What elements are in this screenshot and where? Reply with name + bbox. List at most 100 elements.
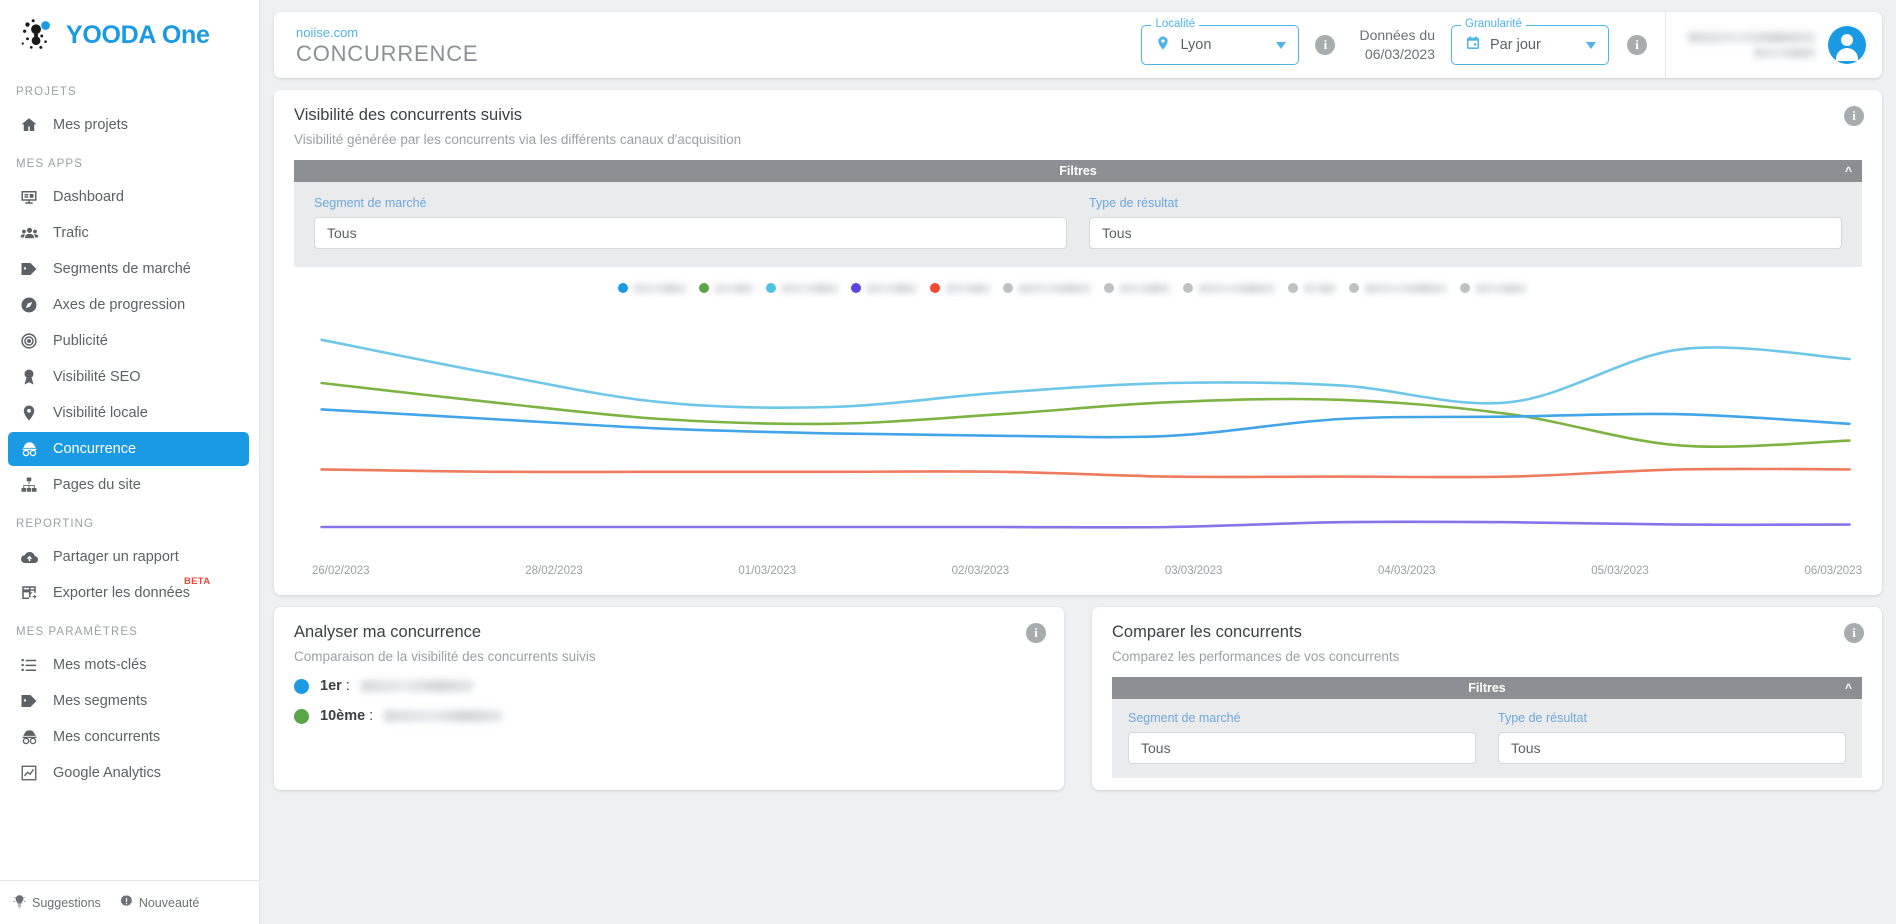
filter-label: Type de résultat	[1498, 711, 1587, 725]
tag-icon	[19, 691, 39, 711]
granularity-info-icon[interactable]: i	[1627, 35, 1647, 55]
analyse-info-icon[interactable]: i	[1026, 623, 1046, 643]
main-content: noiise.com CONCURRENCE Localité Lyon i D…	[260, 0, 1896, 924]
spy-icon	[19, 439, 39, 459]
brand-name: YOODA One	[66, 20, 210, 49]
legend-item[interactable]	[850, 283, 917, 293]
sidebar: YOODA One PROJETS Mes projets MES APPS D…	[0, 0, 260, 924]
suggestions-label: Suggestions	[32, 895, 101, 910]
sidebar-item-segments-de-marche[interactable]: Segments de marché	[8, 252, 249, 286]
compare-filters-bar[interactable]: Filtres ^	[1112, 677, 1862, 699]
sidebar-item-label: Mes mots-clés	[53, 657, 147, 673]
x-tick-label: 05/03/2023	[1591, 565, 1649, 577]
visibility-card-subtitle: Visibilité générée par les concurrents v…	[294, 132, 742, 147]
legend-dot-icon	[1103, 283, 1114, 293]
sidebar-item-exporter-les-donnees[interactable]: Exporter les données BETA	[8, 576, 249, 610]
filter-input-type[interactable]: Tous	[1089, 217, 1842, 249]
sidebar-item-label: Partager un rapport	[53, 549, 179, 565]
filter-input-type[interactable]: Tous	[1498, 732, 1846, 764]
legend-item[interactable]	[698, 283, 753, 293]
sidebar-nav: PROJETS Mes projets MES APPS Dashboard T…	[0, 68, 259, 880]
legend-item[interactable]	[1287, 283, 1336, 293]
legend-item[interactable]	[765, 283, 838, 293]
visibility-card-title: Visibilité des concurrents suivis	[294, 106, 523, 124]
nav-group-title-reporting: REPORTING	[16, 518, 95, 530]
sidebar-item-label: Visibilité locale	[53, 405, 148, 421]
calendar-icon	[1465, 35, 1481, 56]
brand-logo-area[interactable]: YOODA One	[0, 0, 259, 68]
site-name[interactable]: noiise.com	[296, 24, 478, 41]
sidebar-item-dashboard[interactable]: Dashboard	[8, 180, 249, 214]
user-avatar-icon[interactable]	[1828, 26, 1866, 64]
filter-label: Segment de marché	[314, 196, 427, 210]
data-date-label: Données du	[1359, 27, 1435, 43]
sidebar-item-label: Segments de marché	[53, 261, 191, 277]
sidebar-item-mes-projets[interactable]: Mes projets	[8, 108, 249, 142]
visibility-info-icon[interactable]: i	[1844, 106, 1864, 126]
legend-label-redacted	[1018, 283, 1091, 293]
x-tick-label: 06/03/2023	[1804, 565, 1862, 577]
rank-dot-icon	[294, 678, 309, 694]
user-name-line1	[1688, 32, 1816, 43]
chevron-up-icon[interactable]: ^	[1845, 164, 1852, 178]
legend-item[interactable]	[1348, 283, 1447, 293]
sidebar-item-trafic[interactable]: Trafic	[8, 216, 249, 250]
sidebar-item-axes-de-progression[interactable]: Axes de progression	[8, 288, 249, 322]
filter-label: Type de résultat	[1089, 196, 1178, 210]
nouveaute-label: Nouveauté	[138, 895, 200, 910]
sidebar-item-mes-segments[interactable]: Mes segments	[8, 684, 249, 718]
rank-position: 10ème	[320, 708, 366, 724]
legend-item[interactable]	[1459, 283, 1526, 293]
sidebar-item-visibilite-seo[interactable]: Visibilité SEO	[8, 360, 249, 394]
rank-row[interactable]: 10ème :	[294, 708, 1044, 724]
sidebar-item-google-analytics[interactable]: Google Analytics	[8, 756, 249, 790]
locality-legend: Localité	[1151, 18, 1200, 30]
compare-filter-segment: Segment de marché Tous	[1128, 711, 1476, 764]
granularity-select[interactable]: Granularité Par jour	[1451, 18, 1609, 65]
filter-label: Segment de marché	[1128, 711, 1241, 725]
page-header-card: noiise.com CONCURRENCE Localité Lyon i D…	[274, 12, 1882, 78]
sidebar-item-mes-concurrents[interactable]: Mes concurrents	[8, 720, 249, 754]
legend-item[interactable]	[1182, 283, 1275, 293]
sidebar-item-label: Mes concurrents	[53, 729, 161, 745]
x-tick-label: 01/03/2023	[738, 565, 796, 577]
legend-item[interactable]	[1002, 283, 1091, 293]
chart-series-line	[322, 340, 1850, 408]
bottom-row: i Analyser ma concurrence Comparaison de…	[260, 607, 1896, 802]
filter-input-segment[interactable]: Tous	[314, 217, 1067, 249]
sidebar-item-visibilite-locale[interactable]: Visibilité locale	[8, 396, 249, 430]
rank-row[interactable]: 1er :	[294, 678, 1044, 694]
yooda-logo-icon	[18, 16, 56, 54]
sitemap-icon	[19, 475, 39, 495]
user-menu[interactable]	[1665, 12, 1882, 78]
chevron-up-icon[interactable]: ^	[1845, 681, 1852, 695]
locality-value: Lyon	[1180, 37, 1212, 53]
legend-item[interactable]	[1103, 283, 1170, 293]
filter-input-segment[interactable]: Tous	[1128, 732, 1476, 764]
data-date-value: 06/03/2023	[1364, 46, 1435, 62]
sidebar-item-mes-mots-cles[interactable]: Mes mots-clés	[8, 648, 249, 682]
legend-dot-icon	[1002, 283, 1013, 293]
dashboard-icon	[19, 187, 39, 207]
chart-series-line	[322, 469, 1850, 477]
legend-item[interactable]	[929, 283, 990, 293]
sidebar-item-concurrence[interactable]: Concurrence	[8, 432, 249, 466]
sidebar-item-partager-un-rapport[interactable]: Partager un rapport	[8, 540, 249, 574]
x-tick-label: 04/03/2023	[1378, 565, 1436, 577]
sidebar-item-publicite[interactable]: Publicité	[8, 324, 249, 358]
legend-label-redacted	[1119, 283, 1170, 293]
locality-select[interactable]: Localité Lyon	[1141, 18, 1300, 65]
compare-info-icon[interactable]: i	[1844, 623, 1864, 643]
spy-icon	[19, 727, 39, 747]
compare-card-title: Comparer les concurrents	[1112, 623, 1302, 641]
locality-info-icon[interactable]: i	[1315, 35, 1336, 55]
visibility-filters-bar[interactable]: Filtres ^	[294, 160, 1862, 182]
nouveaute-link[interactable]: Nouveauté	[119, 894, 199, 912]
legend-item[interactable]	[617, 283, 686, 293]
data-date: Données du 06/03/2023	[1359, 26, 1435, 64]
filter-segment-de-marche: Segment de marché Tous	[314, 196, 1067, 249]
legend-dot-icon	[850, 283, 861, 293]
suggestions-link[interactable]: Suggestions	[12, 894, 101, 912]
legend-dot-icon	[1182, 283, 1193, 293]
sidebar-item-pages-du-site[interactable]: Pages du site	[8, 468, 249, 502]
